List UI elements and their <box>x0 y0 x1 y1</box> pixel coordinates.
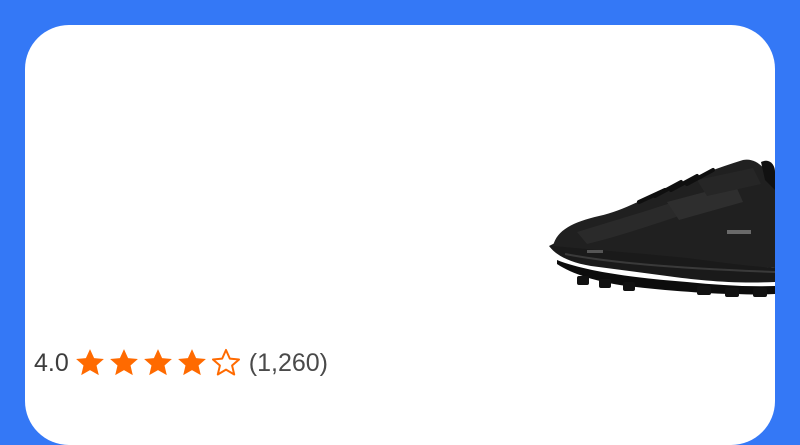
product-card[interactable]: 4.0 (1,260) <box>25 25 775 445</box>
rating-row[interactable]: 4.0 (1,260) <box>34 344 328 382</box>
rating-value: 4.0 <box>34 349 69 377</box>
page-background: 4.0 (1,260) <box>0 0 800 445</box>
star-outline-icon <box>211 348 240 376</box>
star-rating <box>73 346 243 380</box>
product-image[interactable] <box>547 150 775 300</box>
star-icon <box>177 349 206 376</box>
star-icon <box>109 349 138 376</box>
review-count[interactable]: (1,260) <box>249 344 328 382</box>
star-icon <box>143 349 172 376</box>
star-icon <box>75 349 104 376</box>
